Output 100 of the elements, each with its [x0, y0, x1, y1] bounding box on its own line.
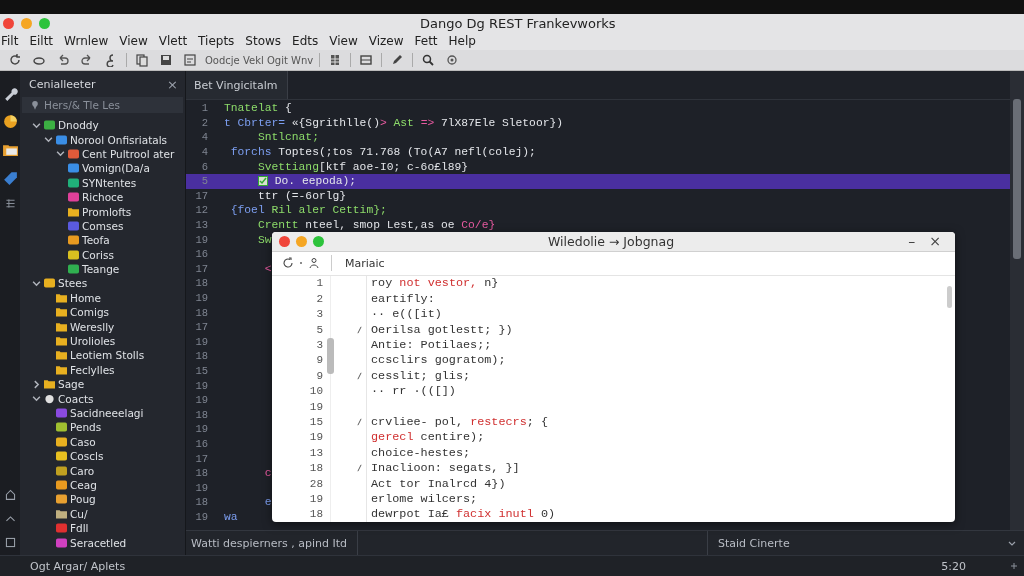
code-token: ; { [526, 414, 548, 429]
close-button[interactable] [279, 235, 290, 247]
search-icon[interactable] [421, 53, 436, 67]
code-token: {foel [229, 204, 266, 217]
code-token: Sw [256, 233, 272, 246]
menu-item[interactable]: View [329, 34, 358, 48]
tree-item[interactable]: Promlofts [20, 204, 185, 219]
menu-item[interactable]: Stows [245, 34, 282, 48]
chevron-right-icon[interactable] [32, 379, 41, 389]
tree-item[interactable]: Poug [20, 492, 185, 507]
search-field[interactable]: Hers/& Tle Les [22, 97, 183, 113]
toolbar-label: Oodcje Vekl Ogit Wnv [205, 54, 314, 66]
tree-item[interactable]: Coriss [20, 247, 185, 262]
scrollbar-thumb[interactable] [1013, 99, 1021, 259]
tree-item[interactable]: Teofa [20, 233, 185, 248]
menu-item[interactable]: Edts [292, 34, 319, 48]
chevron-down-icon[interactable] [44, 135, 53, 145]
menu-item[interactable]: Vizew [368, 34, 404, 48]
home-icon[interactable] [3, 488, 17, 501]
tree-item[interactable]: Vomign(Da/a [20, 161, 185, 176]
pencil-icon[interactable] [390, 53, 405, 67]
fold-marker-icon[interactable] [357, 325, 362, 334]
tree-item[interactable]: Caso [20, 434, 185, 449]
editor-tab[interactable]: Bet Vingicitalm [186, 71, 289, 99]
plus-icon[interactable] [1010, 562, 1018, 570]
tree-item[interactable]: Urolioles [20, 333, 185, 349]
close-button[interactable] [3, 17, 14, 29]
chevron-down-icon[interactable] [32, 394, 41, 404]
tree-item[interactable]: Cu/ [20, 506, 185, 521]
chevron-down-icon[interactable] [32, 279, 41, 288]
tree-item[interactable]: Coacts [20, 391, 185, 406]
fold-marker-icon[interactable] [357, 464, 362, 473]
chevron-down-icon[interactable] [32, 120, 41, 130]
menu-item[interactable]: View [119, 34, 148, 48]
line-number: 18 [194, 467, 208, 480]
tree-item[interactable]: Teange [20, 261, 185, 277]
code-token: Svettiang [256, 160, 319, 173]
chevron-down-icon[interactable] [56, 149, 65, 159]
tree-item[interactable]: Cent Pultrool ater [20, 146, 185, 162]
tree-item[interactable]: Comigs [20, 305, 185, 320]
chevron-down-icon[interactable] [1008, 539, 1016, 547]
tree-item[interactable]: Fdll [20, 520, 185, 536]
tree-item[interactable]: Leotiem Stolls [20, 348, 185, 363]
line-number: 19 [194, 292, 208, 304]
scrollbar-thumb[interactable] [327, 337, 334, 374]
tree-item[interactable]: Sacidneeelagi [20, 405, 185, 421]
line-number: 28 [308, 477, 323, 490]
tree-item[interactable]: Sage [20, 377, 185, 392]
tree-item[interactable]: Coscls [20, 449, 185, 464]
menu-item[interactable]: Fett [414, 34, 438, 48]
tree-item[interactable]: Seracetled [20, 535, 185, 550]
pie-icon[interactable] [1, 113, 19, 130]
tag-icon[interactable] [1, 169, 19, 186]
tree-item[interactable]: Richoce [20, 189, 185, 205]
tree-item[interactable]: Pends [20, 420, 185, 435]
document-icon[interactable] [183, 53, 197, 67]
tree-item[interactable]: SYNtentes [20, 175, 185, 190]
tree-item[interactable]: Wereslly [20, 319, 185, 334]
code-token: ccsclirs gogratom); [371, 353, 506, 368]
save-icon[interactable] [159, 53, 173, 67]
copy-icon[interactable] [135, 53, 149, 67]
settings-icon[interactable] [445, 53, 460, 67]
menu-item[interactable]: Filt [1, 34, 19, 48]
tree-item[interactable]: Stees [20, 276, 185, 291]
tree-item[interactable]: Feclylles [20, 362, 185, 378]
fold-marker-icon[interactable] [357, 417, 362, 426]
tree-item[interactable]: Dnoddy [20, 118, 185, 133]
code-token: eartifly: [371, 291, 435, 306]
window-icon[interactable] [359, 53, 374, 67]
tree-item[interactable]: Caro [20, 463, 185, 478]
code-token: Ast [393, 116, 415, 129]
code-token: choice-hestes; [371, 445, 471, 460]
grid-icon[interactable] [3, 197, 17, 210]
line-number: 19 [308, 400, 323, 413]
line-number: 19 [194, 335, 208, 348]
code-token: < [263, 262, 272, 275]
menu-item[interactable]: Help [448, 34, 476, 48]
menu-item[interactable]: Eiltt [29, 34, 54, 48]
refresh-icon[interactable] [8, 53, 22, 67]
code-token: nteel, smop Lest,as oe [305, 219, 456, 232]
menu-item[interactable]: Tiepts [198, 34, 235, 48]
tree-item[interactable]: Ceag [20, 477, 185, 493]
breakpoint-icon[interactable] [258, 176, 268, 187]
minimize-button[interactable]: – [908, 233, 916, 250]
tree-item[interactable]: Norool Onfisriatals [20, 132, 185, 147]
close-button[interactable]: × [929, 233, 941, 250]
close-button[interactable]: × [167, 76, 178, 92]
person-icon[interactable] [308, 257, 320, 270]
menu-item[interactable]: Vlett [158, 34, 188, 48]
code-token: [ktf aoe-I0; c-6o£l89} [318, 160, 469, 173]
tree-item[interactable]: Comses [20, 218, 185, 234]
fold-marker-icon[interactable] [357, 371, 362, 380]
code-token: centire); [419, 430, 485, 445]
line-number: 13 [194, 219, 208, 232]
scrollbar-thumb[interactable] [947, 285, 952, 308]
refresh-icon[interactable] [282, 257, 294, 270]
tree-item[interactable]: Home [20, 290, 185, 306]
menu-item[interactable]: Wrnlew [64, 34, 109, 48]
code-token: cesslit; glis; [371, 368, 471, 383]
square-icon[interactable] [3, 536, 17, 549]
